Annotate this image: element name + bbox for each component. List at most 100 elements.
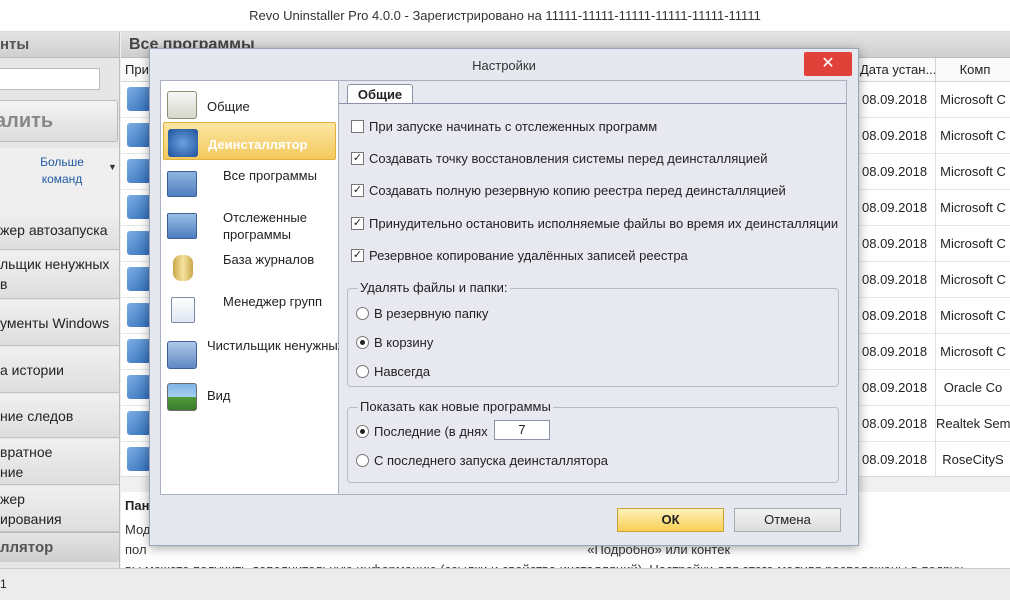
checkbox-label: Создавать полную резервную копию реестра… xyxy=(369,183,786,198)
landscape-icon xyxy=(167,383,197,411)
status-bar: 1 xyxy=(0,568,1010,600)
sidebar-item-label: льщик ненужных в xyxy=(0,256,110,292)
install-date: 08.09.2018 xyxy=(862,308,928,323)
checkbox-box[interactable] xyxy=(351,120,364,133)
sidebar: нты алить я Больше команд ▼ жер автозапу… xyxy=(0,32,120,600)
nav-item-junk-cleaner[interactable]: Чистильщик ненужных файлов xyxy=(163,335,395,373)
publisher: Microsoft C xyxy=(935,334,1010,370)
uninstall-button[interactable]: алить xyxy=(0,100,118,142)
install-date: 08.09.2018 xyxy=(862,236,928,251)
radio-label: Последние (в днях xyxy=(374,424,488,439)
window-title: Revo Uninstaller Pro 4.0.0 - Зарегистрир… xyxy=(0,0,1010,32)
nav-label: Все программы xyxy=(223,168,317,183)
column-publisher[interactable]: Комп xyxy=(935,58,1010,82)
program-icon xyxy=(127,267,151,291)
sidebar-item-label: ние следов xyxy=(0,408,74,424)
nav-item-tracked-programs[interactable]: Отслеженные программы xyxy=(163,209,336,245)
radio-label: В резервную папку xyxy=(374,306,489,321)
days-input[interactable]: 7 xyxy=(494,420,550,440)
publisher: Microsoft C xyxy=(935,226,1010,262)
sidebar-item-label: вратное ние xyxy=(0,444,53,480)
ok-button[interactable]: ОК xyxy=(617,508,724,532)
settings-dialog: Настройки ✕ Общие Деинсталлятор Все прог… xyxy=(149,48,859,546)
settings-nav: Общие Деинсталлятор Все программы Отслеж… xyxy=(160,80,395,495)
install-date: 08.09.2018 xyxy=(862,416,928,431)
program-icon xyxy=(127,159,151,183)
uninstaller-icon xyxy=(168,129,198,157)
checkmark-icon[interactable]: ✓ xyxy=(351,152,364,165)
group-title: Удалять файлы и папки: xyxy=(358,280,510,295)
sidebar-item-label: а истории xyxy=(0,362,64,378)
new-programs-group: Показать как новые программы Последние (… xyxy=(347,399,839,483)
install-date: 08.09.2018 xyxy=(862,344,928,359)
sidebar-item-junk-cleaner[interactable]: льщик ненужных в xyxy=(0,251,119,299)
tab-general[interactable]: Общие xyxy=(347,84,413,104)
radio-label: Навсегда xyxy=(374,364,431,379)
radio-label: В корзину xyxy=(374,335,434,350)
cancel-button[interactable]: Отмена xyxy=(734,508,841,532)
sidebar-item-history-cleaner[interactable]: а истории xyxy=(0,347,119,393)
nav-item-groups-manager[interactable]: Менеджер групп xyxy=(163,293,336,329)
publisher: Microsoft C xyxy=(935,82,1010,118)
radio-indicator[interactable] xyxy=(356,365,369,378)
nav-label: Менеджер групп xyxy=(223,294,323,309)
close-icon[interactable]: ✕ xyxy=(804,52,852,76)
sidebar-item-evidence-remover[interactable]: ние следов xyxy=(0,394,119,438)
checkbox-label: При запуске начинать с отслеженных прогр… xyxy=(369,119,658,134)
nav-label: Вид xyxy=(207,388,231,403)
info-panel-title: Пан xyxy=(125,498,150,513)
install-date: 08.09.2018 xyxy=(862,164,928,179)
settings-content: Общие При запуске начинать с отслеженных… xyxy=(339,80,847,495)
column-install-date[interactable]: Дата устан... xyxy=(855,58,935,82)
program-icon xyxy=(127,339,151,363)
sidebar-item-unrecoverable-delete[interactable]: вратное ние xyxy=(0,439,119,485)
program-icon xyxy=(127,195,151,219)
publisher: Microsoft C xyxy=(935,190,1010,226)
program-icon xyxy=(127,411,151,435)
install-date: 08.09.2018 xyxy=(862,452,928,467)
nav-item-uninstaller[interactable]: Деинсталлятор xyxy=(163,122,336,160)
sidebar-item-label: жер автозапуска xyxy=(0,222,108,238)
nav-item-general[interactable]: Общие xyxy=(163,85,336,121)
sidebar-search-input[interactable] xyxy=(0,68,100,90)
tracked-window-icon xyxy=(167,213,197,239)
chevron-down-icon[interactable]: ▼ xyxy=(108,162,117,172)
install-date: 08.09.2018 xyxy=(862,200,928,215)
radio-indicator[interactable] xyxy=(356,336,369,349)
clipboard-icon xyxy=(167,91,197,119)
install-date: 08.09.2018 xyxy=(862,128,928,143)
tab-divider xyxy=(339,103,847,104)
sidebar-header: нты xyxy=(0,32,119,58)
program-icon xyxy=(127,375,151,399)
program-icon xyxy=(127,123,151,147)
sidebar-item-windows-tools[interactable]: ументы Windows xyxy=(0,300,119,346)
publisher: Realtek Semi xyxy=(935,406,1010,442)
nav-item-view[interactable]: Вид xyxy=(163,377,336,411)
checkbox-label: Принудительно остановить исполняемые фай… xyxy=(369,216,839,231)
radio-indicator[interactable] xyxy=(356,307,369,320)
nav-label: Общие xyxy=(207,99,250,114)
more-commands-button[interactable]: Больше команд xyxy=(30,154,94,188)
groups-list-icon xyxy=(171,297,195,323)
nav-item-logs-database[interactable]: База журналов xyxy=(163,251,336,287)
radio-indicator[interactable] xyxy=(356,425,369,438)
checkmark-icon[interactable]: ✓ xyxy=(351,249,364,262)
nav-label: Деинсталлятор xyxy=(208,137,308,152)
sidebar-footer[interactable]: ллятор xyxy=(0,532,119,562)
sidebar-item-backup-manager[interactable]: жер ирования xyxy=(0,486,119,532)
program-icon xyxy=(127,447,151,471)
checkmark-icon[interactable]: ✓ xyxy=(351,217,364,230)
publisher: RoseCityS xyxy=(935,442,1010,478)
sidebar-tool-button[interactable]: я xyxy=(0,154,12,171)
sidebar-item-autorun[interactable]: жер автозапуска xyxy=(0,210,119,250)
sidebar-item-label: ументы Windows xyxy=(0,315,110,331)
publisher: Microsoft C xyxy=(935,154,1010,190)
radio-indicator[interactable] xyxy=(356,454,369,467)
publisher: Microsoft C xyxy=(935,118,1010,154)
checkbox-label: Резервное копирование удалённых записей … xyxy=(369,248,688,263)
status-text: 1 xyxy=(0,577,7,591)
checkmark-icon[interactable]: ✓ xyxy=(351,184,364,197)
publisher: Oracle Co xyxy=(935,370,1010,406)
program-icon xyxy=(127,303,151,327)
nav-item-all-programs[interactable]: Все программы xyxy=(163,167,336,203)
